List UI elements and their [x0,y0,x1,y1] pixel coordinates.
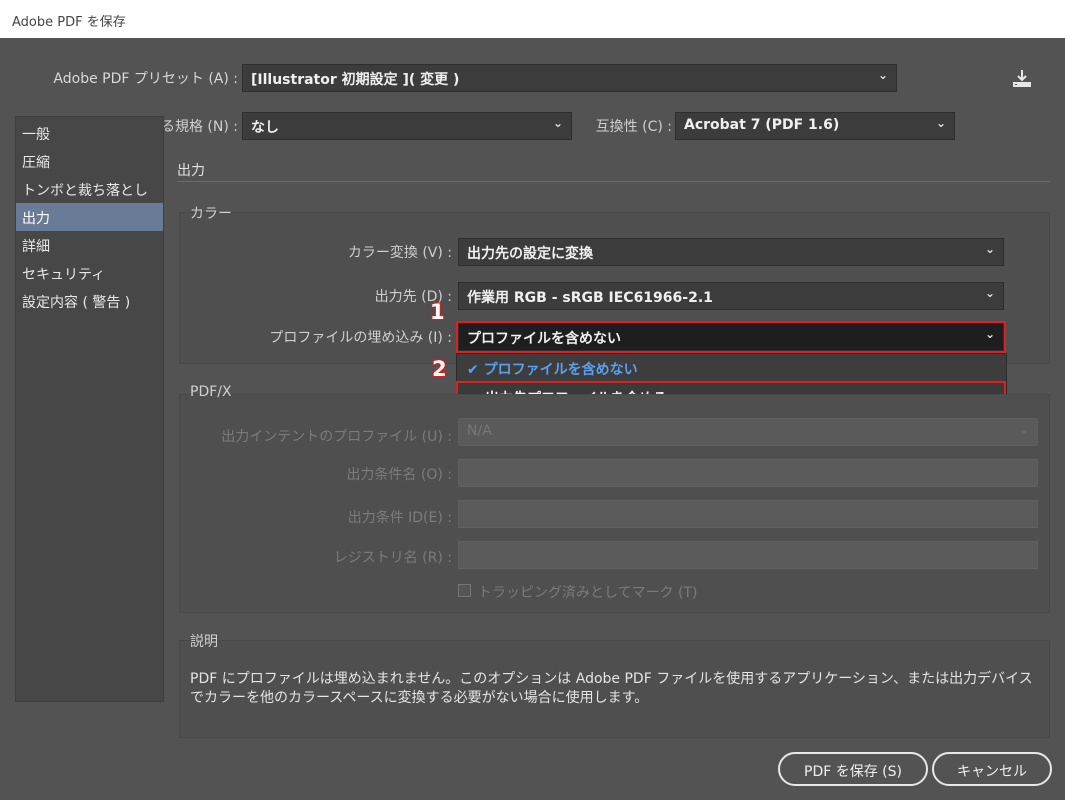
chevron-down-icon: ⌄ [984,286,995,300]
save-preset-icon[interactable] [1010,68,1034,90]
highlight-box-1 [456,321,1006,353]
registry-name-field[interactable] [458,541,1038,569]
output-intent-label: 出力インテントのプロファイル (U) : [221,429,452,445]
registry-name-label: レジストリ名 (R) : [333,550,452,566]
preset-select[interactable]: [Illustrator 初期設定 ]( 変更 ) ⌄ [242,64,897,92]
condition-name-label: 出力条件名 (O) : [346,467,452,483]
trapped-label: トラッピング済みとしてマーク (T) [478,585,698,601]
compat-select[interactable]: Acrobat 7 (PDF 1.6) ⌄ [675,112,955,140]
step-number-2: 2 [432,357,447,381]
preset-value: [Illustrator 初期設定 ]( 変更 ) [251,72,460,88]
destination-select[interactable]: 作業用 RGB - sRGB IEC61966-2.1 ⌄ [458,282,1004,310]
step-number-1: 1 [430,300,445,324]
compat-label: 互換性 (C) : [595,119,672,135]
color-group-title: カラー [190,206,232,222]
chevron-down-icon: ⌄ [984,242,995,256]
output-intent-value: N/A [467,423,492,439]
color-conversion-label: カラー変換 (V) : [347,245,452,261]
color-conversion-value: 出力先の設定に変換 [467,246,593,262]
sidebar-item-general[interactable]: 一般 [16,119,163,147]
sidebar-item-output[interactable]: 出力 [16,203,163,231]
checkmark-icon: ✔ [467,362,479,378]
standard-select[interactable]: なし ⌄ [242,112,572,140]
dropdown-option-no-profile[interactable]: ✔ プロファイルを含めない [457,354,1006,384]
profile-embed-label: プロファイルの埋め込み (I) : [269,330,452,346]
condition-id-field[interactable] [458,500,1038,528]
preset-label: Adobe PDF プリセット (A) : [53,71,238,87]
section-title: 出力 [177,163,205,179]
standard-value: なし [251,120,279,136]
category-sidebar: 一般 圧縮 トンボと裁ち落とし 出力 詳細 セキュリティ 設定内容 ( 警告 ) [15,116,164,702]
save-pdf-button[interactable]: PDF を保存 (S) [778,752,928,786]
sidebar-item-security[interactable]: セキュリティ [16,259,163,287]
output-intent-select[interactable]: N/A ⌄ [458,418,1038,446]
chevron-down-icon: ⌄ [935,116,946,130]
destination-value: 作業用 RGB - sRGB IEC61966-2.1 [467,290,713,306]
description-text: PDF にプロファイルは埋め込まれません。このオプションは Adobe PDF … [190,671,1033,706]
condition-id-label: 出力条件 ID(E) : [347,510,452,526]
window-title: Adobe PDF を保存 [0,0,1065,38]
sidebar-item-summary[interactable]: 設定内容 ( 警告 ) [16,287,163,315]
chevron-down-icon: ⌄ [1018,422,1029,436]
sidebar-item-advanced[interactable]: 詳細 [16,231,163,259]
trapped-checkbox[interactable] [458,584,471,597]
destination-label: 出力先 (D) : [374,289,452,305]
chevron-down-icon: ⌄ [552,116,563,130]
cancel-button[interactable]: キャンセル [932,752,1052,786]
description-title: 説明 [190,634,218,650]
sidebar-item-compression[interactable]: 圧縮 [16,147,163,175]
condition-name-field[interactable] [458,459,1038,487]
chevron-down-icon: ⌄ [877,68,888,82]
sidebar-item-marks-bleeds[interactable]: トンボと裁ち落とし [16,175,163,203]
compat-value: Acrobat 7 (PDF 1.6) [684,117,840,133]
pdfx-group-title: PDF/X [190,384,232,400]
color-conversion-select[interactable]: 出力先の設定に変換 ⌄ [458,238,1004,266]
section-divider [177,181,1050,182]
